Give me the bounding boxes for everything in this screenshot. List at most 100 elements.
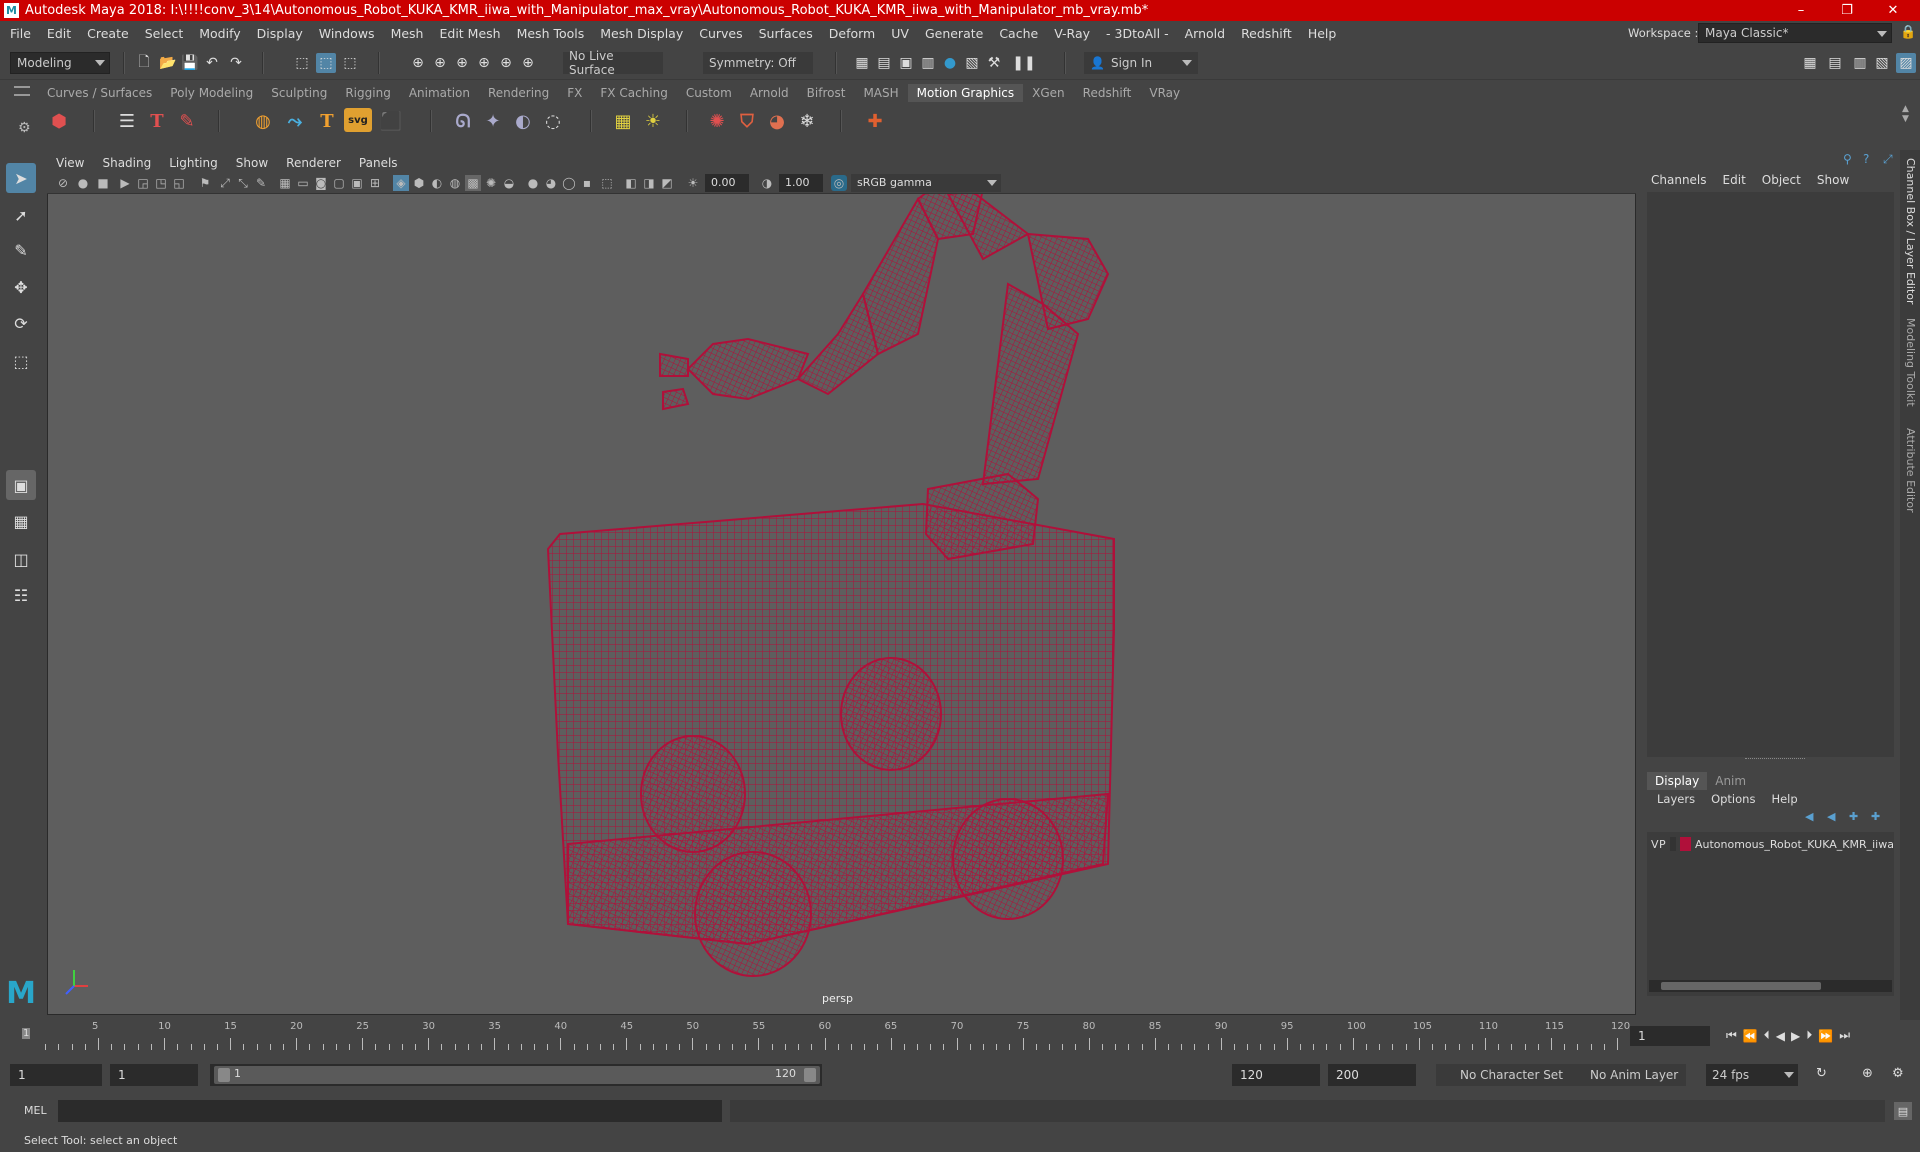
select-tool-icon[interactable]: ➤ [6,163,36,193]
menu-deform[interactable]: Deform [829,26,875,41]
xray-active-icon[interactable]: ◨ [641,175,657,191]
resolution-gate-icon[interactable]: ◙ [313,175,329,191]
anti-aliasing-icon[interactable]: ◯ [561,175,577,191]
paint-select-tool-icon[interactable]: ✎ [6,235,36,265]
shelf-tab-poly-modeling[interactable]: Poly Modeling [161,84,262,102]
box-mesh-icon[interactable]: ⬛ [376,106,406,136]
gamma-icon[interactable]: ◑ [759,175,775,191]
vp-menu-shading[interactable]: Shading [102,156,151,170]
select-hierarchy-icon[interactable]: ⬚ [292,53,312,73]
shelf-tab-sculpting[interactable]: Sculpting [262,84,336,102]
mel-label[interactable]: MEL [24,1104,47,1117]
range-handle-start[interactable] [218,1068,230,1082]
channel-box-icon[interactable]: ▧ [1872,53,1892,73]
render-sequence-icon[interactable]: ▤ [874,53,894,73]
layer-name[interactable]: Autonomous_Robot_KUKA_KMR_iiwa [1695,838,1894,851]
wireframe-on-shaded-icon[interactable]: ▩ [465,175,481,191]
timeline-ruler[interactable]: 5 10 15 20 25 30 35 40 45 50 55 60 65 70 75 80 85 90 95 100… [22,1020,1630,1052]
shelf-tab-fx[interactable]: FX [558,84,591,102]
motion-blur-icon[interactable]: ◕ [543,175,559,191]
safe-action-icon[interactable]: ⤡ [235,175,251,191]
ring-icon[interactable]: ◌ [538,106,568,136]
snap-together-icon[interactable]: ⊕ [518,53,538,73]
menu-display[interactable]: Display [257,26,303,41]
wireframe-shading-icon[interactable]: ◈ [393,175,409,191]
backface-culling-icon[interactable]: ◩ [659,175,675,191]
rotate-tool-icon[interactable]: ⟳ [6,308,36,338]
pin-icon[interactable]: ⤢ [1883,152,1893,167]
vp-menu-renderer[interactable]: Renderer [286,156,341,170]
lasso-tool-icon[interactable]: ➚ [6,200,36,230]
step-forward-key-icon[interactable]: ⏩ [1818,1029,1833,1043]
atom-icon[interactable]: ✺ [702,106,732,136]
color-space-dropdown[interactable]: sRGB gamma [851,174,1001,192]
bend-icon[interactable]: ◐ [508,106,538,136]
channel-box-area[interactable] [1647,192,1894,757]
go-to-end-icon[interactable]: ⏭ [1839,1028,1850,1043]
menu-mesh[interactable]: Mesh [391,26,424,41]
loop-icon[interactable]: ↻ [1816,1066,1827,1081]
animation-end-field[interactable]: 200 [1328,1064,1416,1086]
layer-menu-layers[interactable]: Layers [1657,792,1695,806]
shelf-tab-arnold[interactable]: Arnold [741,84,798,102]
mode-dropdown[interactable]: Modeling [10,52,110,74]
go-to-start-icon[interactable]: ⏮ [1726,1028,1737,1043]
pour-icon[interactable]: ◕ [762,106,792,136]
use-all-lights-icon[interactable]: ✺ [483,175,499,191]
grid-icon[interactable]: ▦ [277,175,293,191]
paint-tool-icon[interactable]: ✎ [172,106,202,136]
bookmark-icon[interactable]: ■ [95,175,111,191]
render-view-icon[interactable]: ▧ [962,53,982,73]
shelf-tab-fx-caching[interactable]: FX Caching [591,84,676,102]
minimize-button[interactable]: – [1778,0,1824,21]
fps-dropdown[interactable]: 24 fps [1706,1064,1798,1086]
shirt-icon[interactable]: ⛉ [732,106,762,136]
current-frame-marker[interactable]: 1 [22,1028,31,1039]
sun-light-icon[interactable]: ☀ [638,106,668,136]
menu-generate[interactable]: Generate [925,26,983,41]
modeling-toolkit-icon[interactable]: ▦ [1800,53,1820,73]
symmetry-dropdown[interactable]: Symmetry: Off [703,52,813,74]
render-frame-icon[interactable]: ▦ [852,53,872,73]
shelf-tab-xgen[interactable]: XGen [1023,84,1074,102]
layer-visibility-toggle[interactable]: V [1651,838,1659,851]
gate-mask-icon[interactable]: ▢ [331,175,347,191]
channel-box-icon[interactable]: ⚲ [1843,152,1852,166]
depth-of-field-icon[interactable]: ▪ [579,175,595,191]
shelf-scroll-arrows-icon[interactable]: ▲ ▼ [1902,104,1909,124]
step-back-key-icon[interactable]: ⏪ [1743,1029,1758,1043]
menu-select[interactable]: Select [145,26,184,41]
move-layer-down-icon[interactable]: ◀ [1827,810,1835,823]
svg-icon[interactable]: svg [344,108,372,132]
preferences-icon[interactable]: ⚙ [1892,1066,1904,1081]
character-set-dropdown[interactable]: No Character Set [1436,1064,1586,1086]
sphere-mesh-icon[interactable]: ◍ [248,106,278,136]
playback-start-field[interactable]: 1 [110,1064,198,1086]
shelf-menu-icon[interactable] [14,86,30,96]
textured-icon[interactable]: ◍ [447,175,463,191]
snap-grid-icon[interactable]: ⊕ [408,53,428,73]
undo-icon[interactable]: ↶ [202,53,222,73]
snap-curve-icon[interactable]: ⊕ [430,53,450,73]
camera-attributes-icon[interactable]: ● [75,175,91,191]
field-chart-icon[interactable]: ▣ [349,175,365,191]
text-mesh-icon[interactable]: T [312,106,342,136]
snowflake-icon[interactable]: ❄ [792,106,822,136]
layer-menu-options[interactable]: Options [1711,792,1755,806]
step-forward-frame-icon[interactable]: ⏵ [1806,1028,1812,1043]
play-backwards-icon[interactable]: ◀ [1776,1029,1785,1043]
save-scene-icon[interactable]: 💾 [180,53,200,73]
move-layer-up-icon[interactable]: ◀ [1805,810,1813,823]
tool-settings-icon[interactable]: ▥ [1850,53,1870,73]
vp-menu-lighting[interactable]: Lighting [169,156,218,170]
shadows-icon[interactable]: ◒ [501,175,517,191]
cb-menu-channels[interactable]: Channels [1651,173,1707,187]
smooth-shading-icon[interactable]: ⬢ [411,175,427,191]
film-gate-icon[interactable]: ✎ [253,175,269,191]
vp-menu-view[interactable]: View [56,156,84,170]
range-handle-bar[interactable]: 1 120 [214,1066,820,1084]
cb-menu-show[interactable]: Show [1817,173,1849,187]
animation-start-field[interactable]: 1 [10,1064,102,1086]
shelf-tab-motion-graphics[interactable]: Motion Graphics [907,84,1024,102]
layer-scrollbar[interactable] [1649,980,1892,992]
